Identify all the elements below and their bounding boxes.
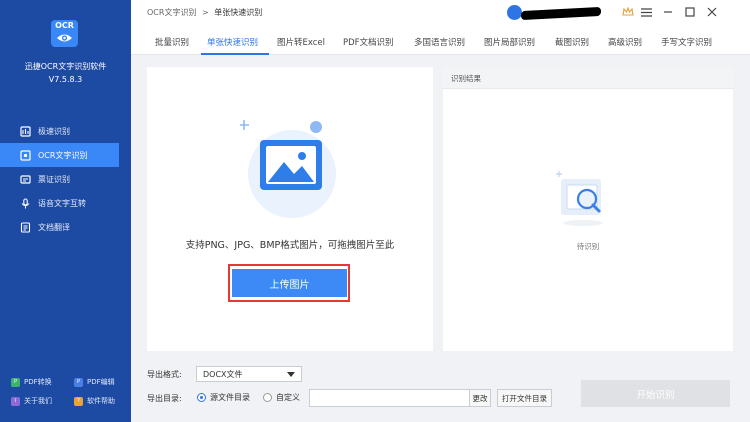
radio-selected-icon [197, 393, 206, 402]
export-dir-label: 导出目录: [147, 394, 182, 403]
app-name-block: 迅捷OCR文字识别软件 V7.5.8.3 [0, 60, 131, 86]
sidebar-item-ticket[interactable]: 票证识别 [0, 167, 131, 191]
tab-bar: 批量识别 单张快速识别 图片转Excel PDF文档识别 多国语言识别 图片局部… [131, 28, 750, 55]
tab-pdf-recognize[interactable]: PDF文档识别 [343, 36, 394, 48]
tab-screenshot[interactable]: 截图识别 [555, 36, 589, 48]
app-logo: OCR [51, 20, 78, 47]
speed-recognize-icon [19, 125, 31, 137]
sidebar-item-ocr[interactable]: OCR文字识别 [0, 143, 119, 167]
pdf-convert-link[interactable]: P PDF转换 [11, 377, 52, 387]
tab-multilang[interactable]: 多国语言识别 [414, 36, 465, 48]
sidebar-item-translate[interactable]: 文档翻译 [0, 215, 131, 239]
tab-handwriting[interactable]: 手写文字识别 [661, 36, 712, 48]
ocr-doc-icon [19, 149, 31, 161]
about-label: 关于我们 [24, 397, 52, 405]
result-header: 识别结果 [443, 67, 733, 89]
maximize-icon[interactable] [683, 5, 697, 19]
export-format-value: DOCX文件 [203, 369, 243, 379]
minimize-icon[interactable] [661, 5, 675, 19]
sidebar-item-speed[interactable]: 极速识别 [0, 119, 131, 143]
sidebar-nav: 极速识别 OCR文字识别 票证识别 语音文字互转 文档翻译 [0, 119, 131, 239]
image-placeholder-icon [240, 120, 336, 218]
app-version: V7.5.8.3 [48, 75, 83, 84]
pending-magnifier-icon [556, 171, 603, 226]
pdf-edit-icon: P [74, 377, 83, 387]
username-redacted [521, 6, 601, 21]
result-title: 识别结果 [451, 74, 481, 83]
open-folder-button[interactable]: 打开文件目录 [497, 389, 552, 407]
help-label: 软件帮助 [87, 397, 115, 405]
upload-hint: 支持PNG、JPG、BMP格式图片，可拖拽图片至此 [185, 240, 395, 251]
export-format-select[interactable]: DOCX文件 [196, 366, 302, 382]
about-icon: i [11, 396, 20, 406]
menu-icon[interactable] [639, 5, 653, 19]
upload-panel[interactable]: 支持PNG、JPG、BMP格式图片，可拖拽图片至此 上传图片 [147, 67, 433, 351]
tab-image-to-excel[interactable]: 图片转Excel [277, 36, 325, 48]
upload-image-button[interactable]: 上传图片 [232, 269, 347, 297]
result-panel: 识别结果 待识别 [443, 67, 733, 351]
sidebar-item-label: OCR文字识别 [38, 150, 88, 160]
radio-unselected-icon [263, 393, 272, 402]
pdf-edit-label: PDF编辑 [87, 378, 115, 386]
dropdown-arrow-icon [287, 372, 295, 377]
sidebar-item-voice[interactable]: 语音文字互转 [0, 191, 131, 215]
ticket-icon [19, 173, 31, 185]
tab-single-fast[interactable]: 单张快速识别 [207, 36, 258, 48]
start-recognize-button[interactable]: 开始识别 [581, 380, 730, 407]
result-status: 待识别 [576, 242, 600, 251]
export-path-input[interactable] [309, 389, 470, 407]
app-name: 迅捷OCR文字识别软件 [24, 62, 107, 71]
logo-text: OCR [55, 21, 74, 30]
user-avatar[interactable] [507, 5, 522, 20]
radio-source-dir[interactable]: 源文件目录 [197, 392, 250, 403]
translate-icon [19, 221, 31, 233]
sidebar-item-label: 票证识别 [38, 174, 70, 184]
eye-icon [57, 34, 72, 42]
pdf-convert-icon: P [11, 377, 20, 387]
sidebar-item-label: 语音文字互转 [38, 198, 86, 208]
change-dir-button[interactable]: 更改 [469, 389, 491, 407]
crown-icon[interactable] [621, 5, 635, 19]
radio-source-label: 源文件目录 [210, 393, 250, 402]
help-link[interactable]: ? 软件帮助 [74, 396, 115, 406]
close-icon[interactable] [705, 5, 719, 19]
microphone-icon [19, 197, 31, 209]
active-tab-indicator [201, 53, 269, 55]
tab-advanced[interactable]: 高级识别 [608, 36, 642, 48]
radio-custom-dir[interactable]: 自定义 [263, 392, 300, 403]
radio-custom-label: 自定义 [276, 393, 300, 402]
tab-partial-image[interactable]: 图片局部识别 [484, 36, 535, 48]
sidebar-item-label: 极速识别 [38, 126, 70, 136]
title-bar: OCR文字识别 > 单张快速识别 [131, 0, 750, 28]
breadcrumb-separator: > [202, 8, 209, 17]
pdf-edit-link[interactable]: P PDF编辑 [74, 377, 115, 387]
about-link[interactable]: i 关于我们 [11, 396, 52, 406]
export-format-label: 导出格式: [147, 370, 182, 379]
pdf-convert-label: PDF转换 [24, 378, 52, 386]
breadcrumb: OCR文字识别 > 单张快速识别 [147, 7, 262, 18]
breadcrumb-current: 单张快速识别 [214, 8, 263, 17]
tab-batch[interactable]: 批量识别 [155, 36, 189, 48]
breadcrumb-root[interactable]: OCR文字识别 [147, 8, 196, 17]
help-icon: ? [74, 396, 83, 406]
sidebar-item-label: 文档翻译 [38, 222, 70, 232]
sidebar: OCR 迅捷OCR文字识别软件 V7.5.8.3 极速识别 OCR文字识别 票证… [0, 0, 131, 422]
